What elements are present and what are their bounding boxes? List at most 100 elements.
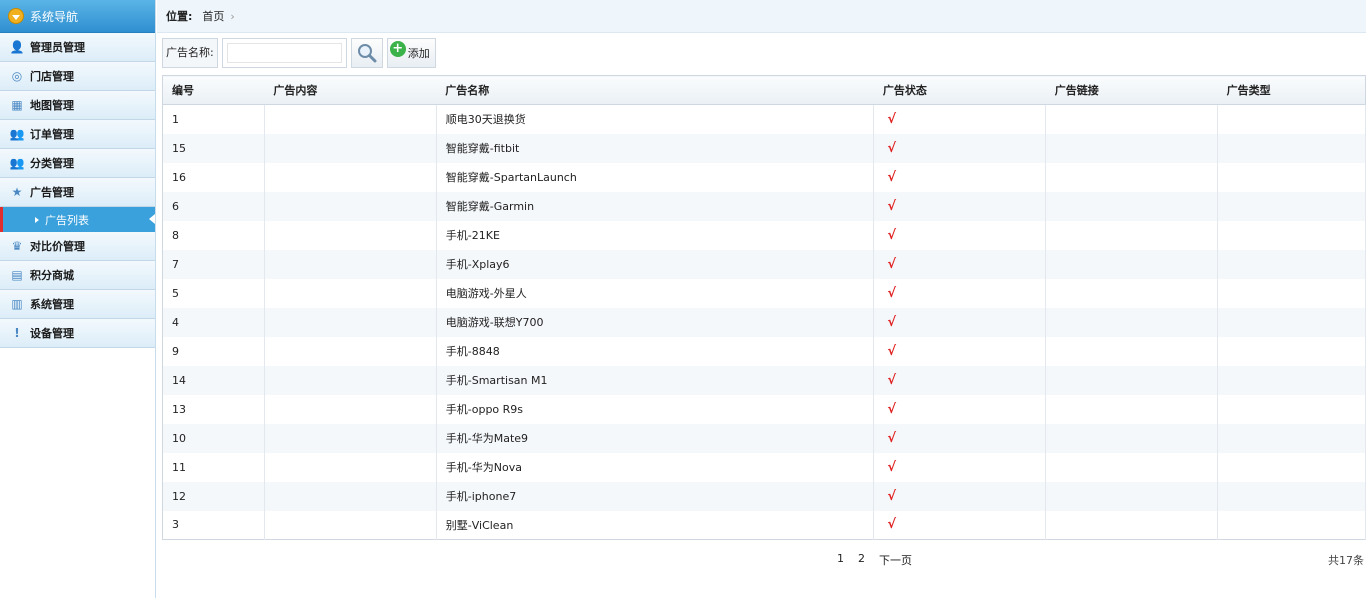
search-input[interactable]	[226, 43, 342, 63]
document-icon: ▥	[11, 297, 23, 311]
search-button[interactable]	[350, 38, 383, 68]
table-row[interactable]: 4 电脑游戏-联想Y700 √	[162, 307, 1366, 337]
sidebar-item[interactable]: ♛ 对比价管理	[0, 232, 155, 261]
plus-icon: +	[389, 41, 406, 57]
cell-content	[264, 220, 437, 250]
caret-right-icon	[35, 216, 39, 223]
table-row[interactable]: 5 电脑游戏-外星人 √	[162, 278, 1366, 308]
cell-type	[1217, 423, 1366, 453]
column-header[interactable]: 编号	[162, 75, 265, 105]
sidebar-item[interactable]: ▦ 地图管理	[0, 91, 155, 120]
cell-name: 智能穿戴-Garmin	[436, 191, 875, 221]
column-header[interactable]: 广告内容	[264, 75, 437, 105]
column-header[interactable]: 广告名称	[436, 75, 874, 105]
table-row[interactable]: 11 手机-华为Nova √	[162, 452, 1366, 482]
column-header[interactable]: 广告链接	[1045, 75, 1218, 105]
exclamation-icon: !	[14, 326, 20, 340]
nav-header[interactable]: 系统导航	[0, 0, 155, 33]
table-row[interactable]: 1 顺电30天退换货 √	[162, 104, 1366, 134]
sidebar-item[interactable]: ▥ 系统管理	[0, 290, 155, 319]
cell-id: 7	[162, 249, 265, 279]
cell-id: 8	[162, 220, 265, 250]
page-link[interactable]: 1	[837, 552, 844, 568]
cell-content	[264, 249, 437, 279]
status-check-icon: √	[873, 220, 1047, 250]
cell-id: 10	[162, 423, 265, 453]
column-header[interactable]: 广告状态	[873, 75, 1046, 105]
cell-link	[1045, 423, 1219, 453]
cell-link	[1045, 365, 1219, 395]
cell-id: 15	[162, 133, 265, 163]
sidebar-item[interactable]: ★ 广告管理	[0, 178, 155, 207]
table-row[interactable]: 3 别墅-ViClean √	[162, 510, 1366, 540]
cell-name: 手机-21KE	[436, 220, 875, 250]
chart-icon: ▤	[11, 268, 23, 282]
sidebar-item-label: 对比价管理	[30, 240, 85, 253]
cell-name: 手机-8848	[436, 336, 875, 366]
users-icon: 👥	[9, 156, 25, 170]
cell-link	[1045, 133, 1219, 163]
cell-content	[264, 336, 437, 366]
cell-content	[264, 481, 437, 511]
map-icon: ▦	[11, 98, 23, 112]
active-notch	[149, 214, 155, 224]
sidebar-item-label: 系统管理	[30, 298, 74, 311]
status-check-icon: √	[873, 104, 1047, 134]
search-input-wrapper	[221, 38, 347, 68]
table-row[interactable]: 9 手机-8848 √	[162, 336, 1366, 366]
sidebar-item[interactable]: ▤ 积分商城	[0, 261, 155, 290]
breadcrumb-label: 位置:	[166, 10, 193, 23]
page-link[interactable]: 2	[858, 552, 865, 568]
column-header[interactable]: 广告类型	[1217, 75, 1366, 105]
breadcrumb-home-link[interactable]: 首页	[202, 8, 224, 24]
cell-content	[264, 278, 437, 308]
users-icon: 👥	[9, 127, 25, 141]
user-add-icon: 👤	[9, 40, 25, 54]
table-row[interactable]: 7 手机-Xplay6 √	[162, 249, 1366, 279]
nav-title: 系统导航	[30, 9, 79, 24]
cell-content	[264, 423, 437, 453]
cell-id: 4	[162, 307, 265, 337]
next-page-link[interactable]: 下一页	[879, 552, 912, 568]
table-row[interactable]: 14 手机-Smartisan M1 √	[162, 365, 1366, 395]
table-row[interactable]: 13 手机-oppo R9s √	[162, 394, 1366, 424]
search-toolbar: 广告名称: + 添加	[162, 38, 436, 68]
cell-link	[1045, 162, 1219, 192]
cell-name: 手机-华为Mate9	[436, 423, 875, 453]
table-row[interactable]: 10 手机-华为Mate9 √	[162, 423, 1366, 453]
sidebar-item[interactable]: 👥 订单管理	[0, 120, 155, 149]
cell-name: 智能穿戴-fitbit	[436, 133, 875, 163]
sidebar-item[interactable]: ! 设备管理	[0, 319, 155, 348]
sidebar-item[interactable]: ◎ 门店管理	[0, 62, 155, 91]
cell-type	[1217, 133, 1366, 163]
cell-link	[1045, 307, 1219, 337]
star-icon: ★	[11, 185, 23, 199]
add-button-label: 添加	[407, 47, 430, 60]
breadcrumb: 位置: 首页 ›	[157, 0, 1366, 33]
sidebar-item[interactable]: 👥 分类管理	[0, 149, 155, 178]
table-row[interactable]: 8 手机-21KE √	[162, 220, 1366, 250]
cell-type	[1217, 452, 1366, 482]
cell-content	[264, 365, 437, 395]
cell-type	[1217, 191, 1366, 221]
magnifier-icon	[357, 44, 377, 63]
status-check-icon: √	[873, 336, 1047, 366]
status-check-icon: √	[873, 394, 1047, 424]
cell-type	[1217, 365, 1366, 395]
cell-link	[1045, 510, 1219, 540]
table-row[interactable]: 12 手机-iphone7 √	[162, 481, 1366, 511]
cell-id: 16	[162, 162, 265, 192]
table-header-row: 编号 广告内容 广告名称 广告状态 广告链接 广告类型	[162, 75, 1366, 105]
cell-link	[1045, 249, 1219, 279]
sidebar-item-label: 订单管理	[30, 128, 74, 141]
collapse-icon[interactable]	[8, 8, 24, 24]
add-button[interactable]: + 添加	[386, 38, 436, 68]
cell-id: 5	[162, 278, 265, 308]
table-row[interactable]: 6 智能穿戴-Garmin √	[162, 191, 1366, 221]
status-check-icon: √	[873, 307, 1047, 337]
sidebar-subitem-ad-list[interactable]: 广告列表	[0, 207, 155, 232]
table-row[interactable]: 16 智能穿戴-SpartanLaunch √	[162, 162, 1366, 192]
table-row[interactable]: 15 智能穿戴-fitbit √	[162, 133, 1366, 163]
sidebar-item[interactable]: 👤 管理员管理	[0, 33, 155, 62]
cell-type	[1217, 162, 1366, 192]
